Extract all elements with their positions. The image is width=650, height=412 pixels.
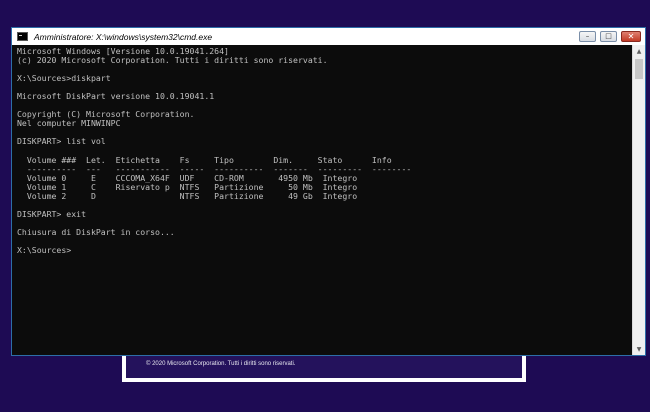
title-bar[interactable]: Amministratore: X:\windows\system32\cmd.… [12, 28, 645, 45]
window-controls: – □ ✕ [579, 31, 641, 42]
scroll-down-arrow-icon[interactable]: ▼ [633, 343, 645, 355]
window-title: Amministratore: X:\windows\system32\cmd.… [34, 31, 213, 42]
console-line: (c) 2020 Microsoft Corporation. Tutti i … [17, 55, 328, 66]
console-line: X:\Sources> [17, 245, 72, 256]
minimize-button[interactable]: – [579, 31, 596, 42]
console-line: DISKPART> list vol [17, 136, 106, 147]
setup-copyright-text: © 2020 Microsoft Corporation. Tutti i di… [146, 361, 296, 367]
console-line: Chiusura di DiskPart in corso... [17, 226, 175, 237]
console-line: Volume 2 D NTFS Partizione 49 Gb Integro [17, 190, 358, 201]
cmd-app-icon[interactable] [17, 32, 28, 41]
console-output[interactable]: Microsoft Windows [Versione 10.0.19041.2… [17, 47, 631, 353]
vertical-scrollbar[interactable]: ▲ ▼ [632, 45, 645, 355]
close-button[interactable]: ✕ [621, 31, 641, 42]
scroll-thumb[interactable] [635, 59, 643, 79]
console-line: X:\Sources>diskpart [17, 73, 111, 84]
console-line: DISKPART> exit [17, 208, 87, 219]
console-line: Nel computer MINWINPC [17, 118, 121, 129]
maximize-button[interactable]: □ [600, 31, 617, 42]
console-line: Microsoft DiskPart versione 10.0.19041.1 [17, 91, 215, 102]
cmd-window[interactable]: Amministratore: X:\windows\system32\cmd.… [11, 27, 646, 356]
scroll-up-arrow-icon[interactable]: ▲ [633, 45, 645, 57]
